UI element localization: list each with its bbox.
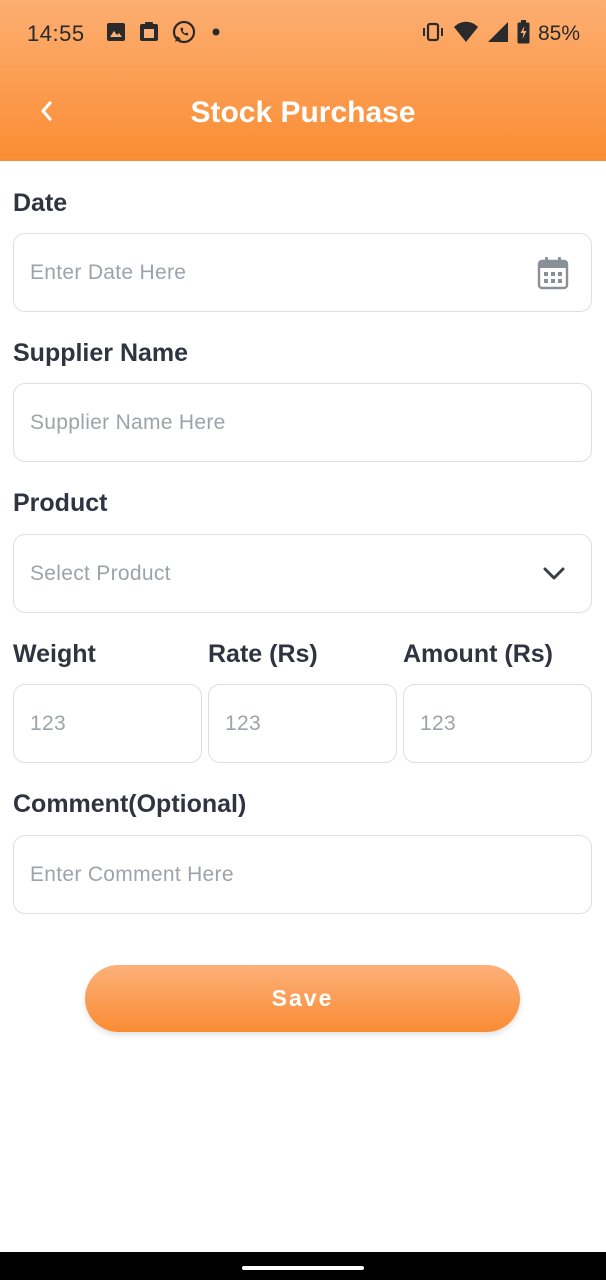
product-select[interactable]: Select Product: [13, 534, 592, 613]
date-label: Date: [13, 189, 68, 217]
chevron-down-icon[interactable]: [543, 567, 565, 581]
supplier-name-field[interactable]: [13, 383, 592, 462]
weight-label: Weight: [13, 640, 96, 668]
whatsapp-icon: [172, 20, 196, 49]
status-bar: 14:55 85%: [0, 0, 606, 68]
calendar-icon[interactable]: [537, 256, 569, 290]
clipboard-icon: [138, 21, 160, 48]
image-icon: [106, 22, 126, 47]
supplier-name-label: Supplier Name: [13, 339, 189, 367]
battery-charging-icon: [517, 19, 530, 49]
supplier-name-input[interactable]: [30, 410, 591, 435]
back-button[interactable]: [28, 94, 66, 132]
amount-field[interactable]: [403, 684, 592, 763]
amount-input[interactable]: [420, 711, 591, 736]
save-button-label: Save: [271, 985, 334, 1011]
rate-input[interactable]: [225, 711, 396, 736]
amount-label: Amount (Rs): [403, 640, 553, 668]
notification-icons: [106, 20, 224, 49]
nav-bar: Stock Purchase: [0, 80, 606, 146]
system-navigation-bar: [0, 1252, 606, 1280]
product-label: Product: [13, 489, 108, 517]
chevron-left-icon: [38, 100, 56, 127]
battery-level: 85%: [537, 22, 580, 45]
dot-icon: [208, 24, 224, 45]
signal-icon: [487, 21, 509, 48]
weight-input[interactable]: [30, 711, 201, 736]
app-header: 14:55 85% Stock Purchase: [0, 0, 606, 161]
product-select-placeholder: Select Product: [30, 561, 171, 585]
weight-field[interactable]: [13, 684, 202, 763]
system-icons: 85%: [421, 19, 580, 49]
comment-label: Comment(Optional): [13, 790, 247, 818]
comment-field[interactable]: [13, 835, 592, 914]
date-field[interactable]: [13, 233, 592, 312]
page-title: Stock Purchase: [190, 96, 416, 129]
comment-input[interactable]: [30, 862, 591, 887]
wifi-icon: [453, 21, 479, 48]
status-time: 14:55: [27, 21, 85, 46]
rate-field[interactable]: [208, 684, 397, 763]
vibrate-icon: [421, 22, 445, 47]
home-indicator[interactable]: [242, 1266, 364, 1270]
save-button[interactable]: Save: [85, 965, 520, 1032]
date-input[interactable]: [30, 260, 591, 285]
rate-label: Rate (Rs): [208, 640, 318, 668]
